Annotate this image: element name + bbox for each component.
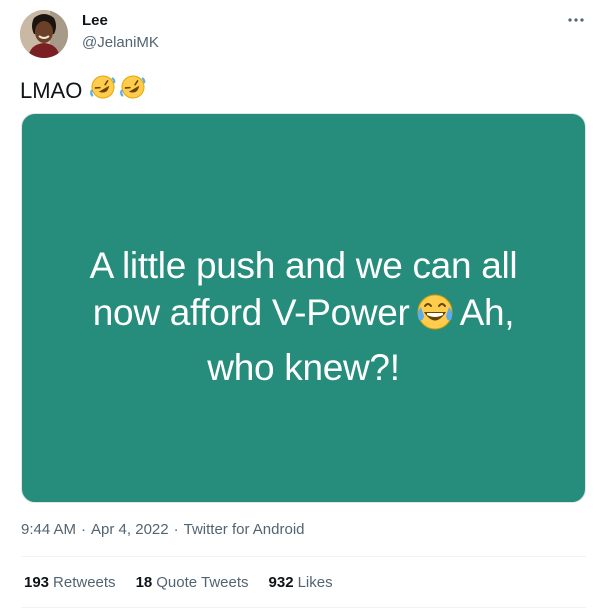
likes-count: 932 bbox=[268, 574, 294, 591]
media-text-line-2-after: Ah, bbox=[459, 292, 515, 333]
meta-separator: · bbox=[81, 521, 87, 538]
tweet-text-content: LMAO bbox=[20, 77, 83, 103]
media-text-line-3: who knew?! bbox=[207, 347, 400, 388]
divider bbox=[21, 607, 586, 608]
tweet-stats: 193 Retweets 18 Quote Tweets 932 Likes bbox=[24, 574, 353, 591]
divider bbox=[21, 556, 586, 557]
media-text: A little push and we can all now afford … bbox=[22, 242, 585, 391]
more-options-button[interactable] bbox=[564, 8, 588, 32]
media-text-line-1: A little push and we can all bbox=[89, 245, 518, 286]
face-with-tears-of-joy-emoji bbox=[414, 291, 456, 344]
media-text-line-2-before: now afford V-Power bbox=[92, 292, 410, 333]
quote-tweets-label: Quote Tweets bbox=[156, 574, 249, 591]
author-handle[interactable]: @JelaniMK bbox=[82, 34, 159, 51]
retweets-label: Retweets bbox=[53, 574, 116, 591]
avatar[interactable] bbox=[20, 10, 68, 58]
tweet-card: Lee @JelaniMK LMAO A little push and we … bbox=[0, 0, 612, 612]
retweets-count: 193 bbox=[24, 574, 50, 591]
tweet-source[interactable]: Twitter for Android bbox=[184, 521, 305, 538]
author-name[interactable]: Lee bbox=[82, 12, 108, 29]
quote-tweets-count: 18 bbox=[135, 574, 153, 591]
likes-label: Likes bbox=[297, 574, 333, 591]
more-horizontal-icon bbox=[568, 18, 584, 22]
tweet-meta: 9:44 AM · Apr 4, 2022 · Twitter for Andr… bbox=[21, 521, 305, 538]
retweets-stat[interactable]: 193 Retweets bbox=[24, 574, 116, 591]
avatar-image bbox=[20, 10, 68, 58]
meta-separator: · bbox=[173, 521, 179, 538]
quote-tweets-stat[interactable]: 18 Quote Tweets bbox=[136, 574, 249, 591]
rolling-on-floor-laughing-emoji bbox=[120, 74, 146, 107]
tweet-media-image[interactable]: A little push and we can all now afford … bbox=[21, 113, 586, 503]
media-text-line-2: now afford V-Power Ah, bbox=[22, 289, 585, 344]
tweet-text: LMAO bbox=[20, 74, 146, 107]
likes-stat[interactable]: 932 Likes bbox=[269, 574, 333, 591]
tweet-date[interactable]: Apr 4, 2022 bbox=[91, 521, 169, 538]
rolling-on-floor-laughing-emoji bbox=[90, 74, 116, 107]
tweet-time[interactable]: 9:44 AM bbox=[21, 521, 76, 538]
